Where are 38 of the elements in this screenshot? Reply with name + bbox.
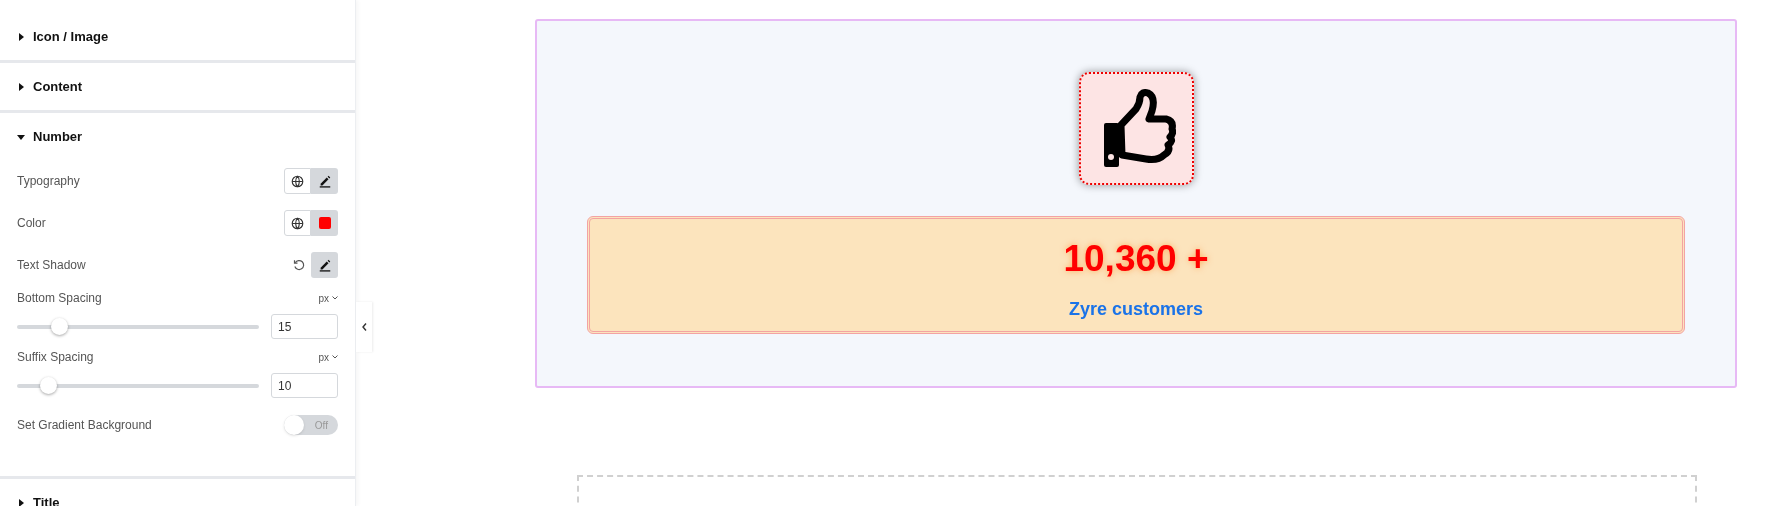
global-button[interactable] (284, 210, 311, 236)
section-header[interactable]: Title (0, 479, 355, 506)
collapse-handle[interactable] (356, 302, 372, 352)
pencil-icon (317, 174, 332, 188)
color-button[interactable] (311, 210, 338, 236)
chevron-down-icon (332, 296, 338, 300)
global-button[interactable] (284, 168, 311, 194)
globe-icon (291, 174, 304, 188)
caret-icon (17, 82, 25, 91)
control-label: Text Shadow (17, 257, 86, 274)
control-label: Bottom Spacing (17, 290, 102, 307)
edit-button[interactable] (311, 168, 338, 194)
caret-icon (17, 132, 25, 141)
slider[interactable] (17, 377, 259, 394)
section-header[interactable]: Icon / Image (0, 13, 355, 60)
slider-thumb[interactable] (50, 318, 68, 335)
chevron-left-icon (361, 323, 367, 331)
caret-icon (17, 32, 25, 41)
caret-icon (17, 498, 25, 506)
unit-select[interactable]: px (318, 290, 338, 306)
control-label: Set Gradient Background (17, 417, 152, 434)
counter-number: 10,360 + (1063, 237, 1209, 281)
globe-icon (291, 216, 304, 230)
number-field[interactable]: 15 (271, 314, 338, 339)
control-label: Typography (17, 173, 80, 190)
reset-icon[interactable] (293, 259, 305, 271)
control-label: Suffix Spacing (17, 349, 94, 366)
unit-select[interactable]: px (318, 349, 338, 365)
edit-button[interactable] (311, 252, 338, 278)
counter-title: Zyre customers (1068, 298, 1204, 321)
slider[interactable] (17, 318, 259, 335)
section-header[interactable]: Content (0, 63, 355, 110)
control-label: Color (17, 215, 46, 232)
section-header[interactable]: Number (0, 113, 355, 160)
slider-thumb[interactable] (39, 377, 57, 394)
pencil-icon (317, 258, 332, 272)
number-field[interactable]: 10 (271, 373, 338, 398)
chevron-down-icon (332, 355, 338, 359)
